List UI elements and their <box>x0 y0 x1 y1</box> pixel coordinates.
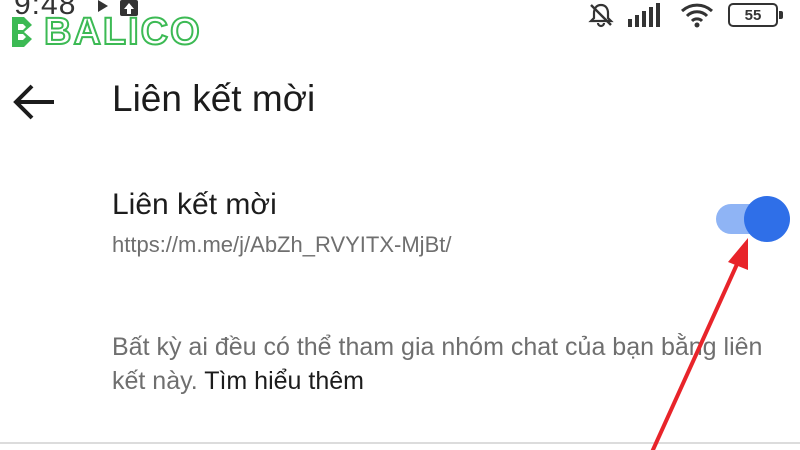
invite-link-url[interactable]: https://m.me/j/AbZh_RVYITX-MjBt/ <box>112 232 451 258</box>
battery-icon: 55 <box>728 3 783 27</box>
app-bar: Liên kết mời <box>0 64 800 140</box>
learn-more-link[interactable]: Tìm hiểu thêm <box>204 367 364 395</box>
invite-link-label: Liên kết mời <box>112 188 277 221</box>
invite-link-toggle[interactable] <box>714 196 790 242</box>
invite-link-description: Bất kỳ ai đều có thể tham gia nhóm chat … <box>112 330 792 398</box>
page-title: Liên kết mời <box>112 78 316 119</box>
battery-level: 55 <box>744 6 762 24</box>
wifi-icon <box>680 3 714 28</box>
balico-logo-mark <box>12 17 32 47</box>
arrow-left-icon[interactable] <box>12 82 56 122</box>
balico-logo-text: BALICO <box>43 10 202 54</box>
toggle-thumb <box>744 196 790 242</box>
divider <box>0 442 800 444</box>
signal-icon <box>628 3 660 27</box>
balico-logo: BALICO <box>10 10 202 54</box>
bell-off-icon <box>588 3 614 28</box>
status-icons: 55 <box>588 0 783 30</box>
